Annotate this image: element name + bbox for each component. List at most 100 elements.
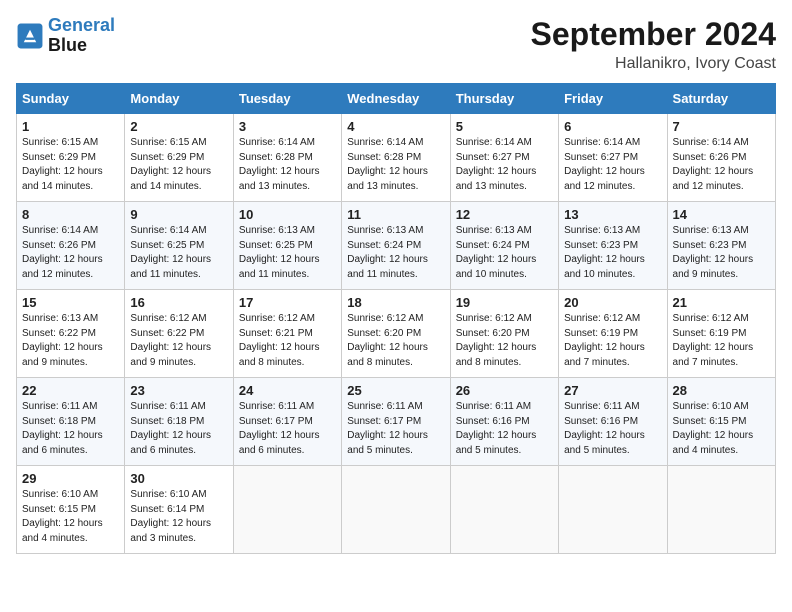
day-info: Sunrise: 6:12 AMSunset: 6:20 PMDaylight:… bbox=[456, 312, 553, 370]
calendar-cell: 28Sunrise: 6:10 AMSunset: 6:15 PMDayligh… bbox=[667, 378, 775, 466]
day-number: 13 bbox=[564, 207, 661, 222]
day-info: Sunrise: 6:15 AMSunset: 6:29 PMDaylight:… bbox=[130, 136, 227, 194]
day-info: Sunrise: 6:10 AMSunset: 6:15 PMDaylight:… bbox=[22, 488, 119, 546]
calendar-cell: 12 Sunrise: 6:13 AMSunset: 6:24 PMDayligh… bbox=[450, 202, 558, 290]
day-number: 25 bbox=[347, 383, 444, 398]
day-number: 11 bbox=[347, 207, 444, 222]
day-info: Sunrise: 6:11 AMSunset: 6:18 PMDaylight:… bbox=[22, 400, 119, 458]
day-number: 20 bbox=[564, 295, 661, 310]
day-info: Sunrise: 6:12 AMSunset: 6:19 PMDaylight:… bbox=[673, 312, 770, 370]
calendar-cell: 30Sunrise: 6:10 AMSunset: 6:14 PMDayligh… bbox=[125, 466, 233, 554]
month-title: September 2024 bbox=[531, 16, 776, 53]
week-row-5: 29 Sunrise: 6:10 AMSunset: 6:15 PMDayligh… bbox=[17, 466, 776, 554]
day-number: 18 bbox=[347, 295, 444, 310]
day-number: 5 bbox=[456, 119, 553, 134]
calendar-cell bbox=[667, 466, 775, 554]
calendar-cell: 21Sunrise: 6:12 AMSunset: 6:19 PMDayligh… bbox=[667, 290, 775, 378]
day-number: 19 bbox=[456, 295, 553, 310]
day-number: 16 bbox=[130, 295, 227, 310]
day-info: Sunrise: 6:14 AMSunset: 6:28 PMDaylight:… bbox=[347, 136, 444, 194]
day-number: 6 bbox=[564, 119, 661, 134]
calendar-cell: 18 Sunrise: 6:12 AMSunset: 6:20 PMDayligh… bbox=[342, 290, 450, 378]
weekday-header-thursday: Thursday bbox=[450, 84, 558, 114]
calendar-cell: 6 Sunrise: 6:14 AMSunset: 6:27 PMDaylight… bbox=[559, 114, 667, 202]
calendar-cell: 29 Sunrise: 6:10 AMSunset: 6:15 PMDayligh… bbox=[17, 466, 125, 554]
day-info: Sunrise: 6:12 AMSunset: 6:20 PMDaylight:… bbox=[347, 312, 444, 370]
calendar-cell: 2 Sunrise: 6:15 AMSunset: 6:29 PMDaylight… bbox=[125, 114, 233, 202]
day-number: 29 bbox=[22, 471, 119, 486]
week-row-3: 15Sunrise: 6:13 AMSunset: 6:22 PMDayligh… bbox=[17, 290, 776, 378]
day-number: 17 bbox=[239, 295, 336, 310]
logo-text: GeneralBlue bbox=[48, 16, 115, 56]
day-info: Sunrise: 6:12 AMSunset: 6:19 PMDaylight:… bbox=[564, 312, 661, 370]
day-info: Sunrise: 6:14 AMSunset: 6:28 PMDaylight:… bbox=[239, 136, 336, 194]
day-number: 4 bbox=[347, 119, 444, 134]
day-info: Sunrise: 6:11 AMSunset: 6:16 PMDaylight:… bbox=[456, 400, 553, 458]
calendar-cell: 16 Sunrise: 6:12 AMSunset: 6:22 PMDayligh… bbox=[125, 290, 233, 378]
calendar-cell bbox=[450, 466, 558, 554]
day-number: 24 bbox=[239, 383, 336, 398]
calendar-cell: 26 Sunrise: 6:11 AMSunset: 6:16 PMDayligh… bbox=[450, 378, 558, 466]
weekday-header-wednesday: Wednesday bbox=[342, 84, 450, 114]
weekday-header-friday: Friday bbox=[559, 84, 667, 114]
calendar-cell: 23 Sunrise: 6:11 AMSunset: 6:18 PMDayligh… bbox=[125, 378, 233, 466]
calendar-cell: 5 Sunrise: 6:14 AMSunset: 6:27 PMDaylight… bbox=[450, 114, 558, 202]
day-number: 26 bbox=[456, 383, 553, 398]
day-info: Sunrise: 6:11 AMSunset: 6:16 PMDaylight:… bbox=[564, 400, 661, 458]
day-info: Sunrise: 6:11 AMSunset: 6:18 PMDaylight:… bbox=[130, 400, 227, 458]
day-number: 7 bbox=[673, 119, 770, 134]
day-number: 2 bbox=[130, 119, 227, 134]
calendar-cell: 7Sunrise: 6:14 AMSunset: 6:26 PMDaylight… bbox=[667, 114, 775, 202]
calendar-cell: 22 Sunrise: 6:11 AMSunset: 6:18 PMDayligh… bbox=[17, 378, 125, 466]
day-info: Sunrise: 6:13 AMSunset: 6:24 PMDaylight:… bbox=[347, 224, 444, 282]
day-info: Sunrise: 6:11 AMSunset: 6:17 PMDaylight:… bbox=[347, 400, 444, 458]
day-info: Sunrise: 6:13 AMSunset: 6:23 PMDaylight:… bbox=[673, 224, 770, 282]
day-number: 27 bbox=[564, 383, 661, 398]
day-info: Sunrise: 6:15 AMSunset: 6:29 PMDaylight:… bbox=[22, 136, 119, 194]
day-info: Sunrise: 6:13 AMSunset: 6:23 PMDaylight:… bbox=[564, 224, 661, 282]
calendar: SundayMondayTuesdayWednesdayThursdayFrid… bbox=[16, 83, 776, 554]
calendar-cell: 3Sunrise: 6:14 AMSunset: 6:28 PMDaylight… bbox=[233, 114, 341, 202]
calendar-cell: 13 Sunrise: 6:13 AMSunset: 6:23 PMDayligh… bbox=[559, 202, 667, 290]
week-row-2: 8Sunrise: 6:14 AMSunset: 6:26 PMDaylight… bbox=[17, 202, 776, 290]
calendar-cell: 8Sunrise: 6:14 AMSunset: 6:26 PMDaylight… bbox=[17, 202, 125, 290]
weekday-header-sunday: Sunday bbox=[17, 84, 125, 114]
header: GeneralBlue September 2024 Hallanikro, I… bbox=[16, 16, 776, 73]
logo-icon bbox=[16, 22, 44, 50]
calendar-cell bbox=[233, 466, 341, 554]
day-number: 22 bbox=[22, 383, 119, 398]
weekday-header-monday: Monday bbox=[125, 84, 233, 114]
calendar-cell: 14 Sunrise: 6:13 AMSunset: 6:23 PMDayligh… bbox=[667, 202, 775, 290]
day-number: 14 bbox=[673, 207, 770, 222]
day-info: Sunrise: 6:14 AMSunset: 6:27 PMDaylight:… bbox=[456, 136, 553, 194]
day-number: 1 bbox=[22, 119, 119, 134]
day-info: Sunrise: 6:12 AMSunset: 6:22 PMDaylight:… bbox=[130, 312, 227, 370]
calendar-cell: 9Sunrise: 6:14 AMSunset: 6:25 PMDaylight… bbox=[125, 202, 233, 290]
location-title: Hallanikro, Ivory Coast bbox=[531, 55, 776, 73]
calendar-cell: 24 Sunrise: 6:11 AMSunset: 6:17 PMDayligh… bbox=[233, 378, 341, 466]
day-info: Sunrise: 6:11 AMSunset: 6:17 PMDaylight:… bbox=[239, 400, 336, 458]
day-number: 9 bbox=[130, 207, 227, 222]
day-info: Sunrise: 6:12 AMSunset: 6:21 PMDaylight:… bbox=[239, 312, 336, 370]
calendar-cell: 4 Sunrise: 6:14 AMSunset: 6:28 PMDaylight… bbox=[342, 114, 450, 202]
calendar-cell: 27 Sunrise: 6:11 AMSunset: 6:16 PMDayligh… bbox=[559, 378, 667, 466]
calendar-cell: 19 Sunrise: 6:12 AMSunset: 6:20 PMDayligh… bbox=[450, 290, 558, 378]
calendar-cell: 25 Sunrise: 6:11 AMSunset: 6:17 PMDayligh… bbox=[342, 378, 450, 466]
title-area: September 2024 Hallanikro, Ivory Coast bbox=[531, 16, 776, 73]
calendar-cell: 1 Sunrise: 6:15 AMSunset: 6:29 PMDaylight… bbox=[17, 114, 125, 202]
weekday-header-saturday: Saturday bbox=[667, 84, 775, 114]
calendar-cell: 17 Sunrise: 6:12 AMSunset: 6:21 PMDayligh… bbox=[233, 290, 341, 378]
day-number: 23 bbox=[130, 383, 227, 398]
calendar-cell: 15Sunrise: 6:13 AMSunset: 6:22 PMDayligh… bbox=[17, 290, 125, 378]
day-info: Sunrise: 6:14 AMSunset: 6:27 PMDaylight:… bbox=[564, 136, 661, 194]
day-number: 12 bbox=[456, 207, 553, 222]
day-number: 15 bbox=[22, 295, 119, 310]
day-number: 28 bbox=[673, 383, 770, 398]
day-info: Sunrise: 6:13 AMSunset: 6:24 PMDaylight:… bbox=[456, 224, 553, 282]
day-info: Sunrise: 6:14 AMSunset: 6:26 PMDaylight:… bbox=[22, 224, 119, 282]
day-info: Sunrise: 6:10 AMSunset: 6:14 PMDaylight:… bbox=[130, 488, 227, 546]
day-info: Sunrise: 6:13 AMSunset: 6:25 PMDaylight:… bbox=[239, 224, 336, 282]
week-row-4: 22 Sunrise: 6:11 AMSunset: 6:18 PMDayligh… bbox=[17, 378, 776, 466]
calendar-cell: 11 Sunrise: 6:13 AMSunset: 6:24 PMDayligh… bbox=[342, 202, 450, 290]
weekday-header-tuesday: Tuesday bbox=[233, 84, 341, 114]
